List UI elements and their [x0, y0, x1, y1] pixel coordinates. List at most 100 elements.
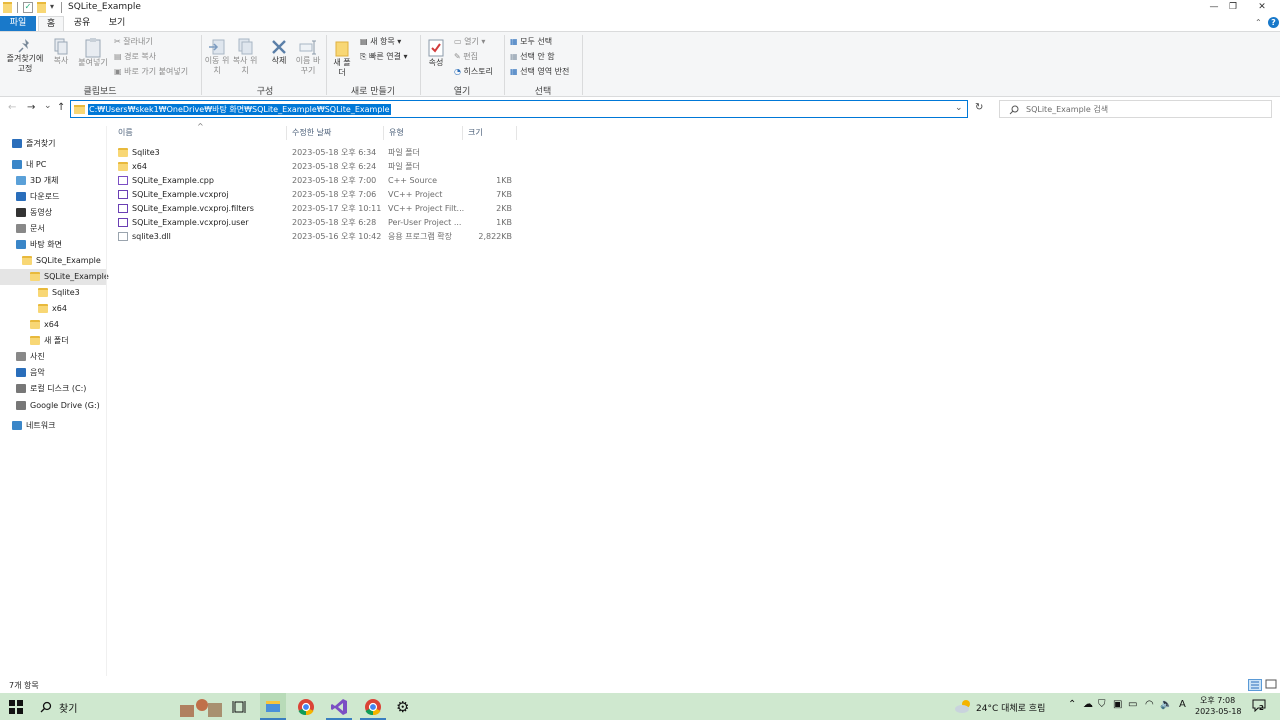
file-row[interactable]: sqlite3.dll 2023-05-16 오후 10:42 응용 프로그램 확장… — [112, 230, 522, 244]
nav-item[interactable]: 네트워크 — [0, 418, 106, 434]
taskbar-chrome-window[interactable] — [360, 693, 386, 720]
file-row[interactable]: SQLite_Example.vcxproj.filters 2023-05-17… — [112, 202, 522, 216]
column-header-name[interactable]: 이름 — [118, 126, 133, 140]
select-none-button[interactable]: ▦ 선택 안 함 — [510, 51, 555, 62]
search-box[interactable]: SQLite_Example 검색 — [999, 100, 1272, 118]
nav-item[interactable]: 즐겨찾기 — [0, 136, 106, 152]
taskbar-file-explorer[interactable] — [260, 693, 286, 720]
windows-start-icon[interactable] — [8, 699, 24, 715]
copy-to-button[interactable]: 복사 위치 — [232, 38, 258, 76]
nav-item[interactable]: 새 폴더 — [0, 333, 106, 349]
address-path[interactable]: C:₩Users₩skek1₩OneDrive₩바탕 화면₩SQLite_Exa… — [88, 104, 391, 115]
refresh-button[interactable]: ↻ — [975, 102, 983, 113]
volume-icon[interactable]: 🔈 — [1160, 699, 1172, 710]
taskbar-visual-studio[interactable] — [326, 693, 352, 720]
new-item-button[interactable]: ▤ 새 항목 ▾ — [360, 36, 401, 47]
address-dropdown-icon[interactable]: ⌄ — [955, 103, 963, 113]
properties-button[interactable]: 속성 — [424, 38, 448, 68]
nav-item[interactable]: 문서 — [0, 221, 106, 237]
select-all-button[interactable]: ▦ 모두 선택 — [510, 36, 552, 47]
paste-shortcut-button[interactable]: ▣ 바로 가기 붙여넣기 — [114, 66, 188, 77]
new-folder-button[interactable]: 새 폴더 — [330, 38, 354, 78]
search-highlight-icon[interactable] — [176, 697, 224, 717]
notification-center-button[interactable]: 2 — [1252, 699, 1268, 713]
clock-date[interactable]: 2023-05-18 — [1195, 707, 1242, 716]
copy-path-button[interactable]: ▤ 경로 복사 — [114, 51, 156, 62]
file-row[interactable]: SQLite_Example.vcxproj.user 2023-05-18 오후… — [112, 216, 522, 230]
nav-item[interactable]: Google Drive (G:) — [0, 398, 106, 414]
tab-home[interactable]: 홈 — [38, 16, 64, 31]
wifi-icon[interactable]: ◠ — [1145, 699, 1154, 710]
properties-quick-icon[interactable]: ✓ — [23, 2, 33, 13]
taskbar-search-label[interactable]: 찾기 — [59, 700, 77, 715]
file-row[interactable]: Sqlite3 2023-05-18 오후 6:34 파일 폴더 — [112, 146, 522, 160]
nav-item[interactable]: 다운로드 — [0, 189, 106, 205]
nav-item[interactable]: 음악 — [0, 365, 106, 381]
move-to-button[interactable]: 이동 위치 — [204, 38, 230, 76]
nav-item[interactable]: x64 — [0, 301, 106, 317]
close-button[interactable]: ✕ — [1244, 0, 1280, 15]
nav-item[interactable]: Sqlite3 — [0, 285, 106, 301]
back-button[interactable]: ← — [8, 102, 16, 113]
easy-access-button[interactable]: ⎘ 빠른 연결 ▾ — [360, 51, 408, 62]
weather-text[interactable]: 24°C 대체로 흐림 — [976, 701, 1045, 714]
new-folder-quick-icon[interactable] — [37, 2, 46, 13]
address-bar[interactable]: C:₩Users₩skek1₩OneDrive₩바탕 화면₩SQLite_Exa… — [70, 100, 968, 118]
nav-item[interactable]: x64 — [0, 317, 106, 333]
pin-quick-access-button[interactable]: 즐겨찾기에 고정 — [3, 38, 47, 74]
column-separator[interactable] — [516, 126, 517, 140]
security-icon[interactable]: ⛉ — [1098, 699, 1106, 710]
edit-button[interactable]: ✎ 편집 — [454, 51, 478, 62]
large-icons-view-button[interactable] — [1265, 679, 1278, 691]
pane-divider[interactable] — [106, 126, 107, 676]
details-view-button[interactable] — [1248, 679, 1262, 691]
customize-quick-access-icon[interactable]: ▾ — [50, 2, 54, 13]
search-icon[interactable] — [40, 701, 52, 713]
rename-button[interactable]: 이름 바꾸기 — [294, 38, 322, 76]
delete-button[interactable]: 삭제 — [266, 38, 292, 66]
nav-item[interactable]: 내 PC — [0, 157, 106, 173]
file-row[interactable]: SQLite_Example.vcxproj 2023-05-18 오후 7:06… — [112, 188, 522, 202]
tab-share[interactable]: 공유 — [68, 16, 96, 31]
battery-icon[interactable]: ▭ — [1128, 699, 1137, 710]
column-header-size[interactable]: 크기 — [468, 126, 483, 140]
file-row[interactable]: SQLite_Example.cpp 2023-05-18 오후 7:00 C++ … — [112, 174, 522, 188]
column-separator[interactable] — [286, 126, 287, 140]
copy-button[interactable]: 복사 — [50, 38, 72, 66]
invert-selection-button[interactable]: ▦ 선택 영역 반전 — [510, 66, 569, 77]
onedrive-icon[interactable]: ☁ — [1083, 699, 1093, 710]
forward-button[interactable]: → — [27, 102, 35, 113]
settings-icon[interactable]: ⚙ — [396, 698, 409, 716]
up-button[interactable]: ↑ — [57, 102, 65, 113]
column-separator[interactable] — [383, 126, 384, 140]
nav-item[interactable]: SQLite_Example — [0, 269, 109, 285]
recent-locations-button[interactable]: ⌄ — [44, 101, 52, 111]
nav-item[interactable]: 바탕 화면 — [0, 237, 106, 253]
weather-cloudy-icon[interactable] — [954, 699, 972, 713]
help-icon[interactable]: ? — [1268, 17, 1279, 28]
tab-view[interactable]: 보기 — [102, 16, 132, 31]
invert-selection-icon: ▦ — [510, 67, 518, 76]
ime-indicator[interactable]: A — [1179, 699, 1186, 710]
show-hidden-icons-icon[interactable]: ⌃ — [1068, 699, 1076, 710]
column-header-type[interactable]: 유형 — [389, 126, 404, 140]
tab-file[interactable]: 파일 — [0, 16, 36, 31]
file-type: 응용 프로그램 확장 — [388, 232, 452, 241]
ribbon-expand-icon[interactable]: ⌃ — [1255, 18, 1262, 27]
nav-item[interactable]: 로컬 디스크 (C:) — [0, 381, 106, 397]
open-button[interactable]: ▭ 열기 ▾ — [454, 36, 485, 47]
column-separator[interactable] — [462, 126, 463, 140]
task-view-icon[interactable] — [232, 699, 248, 715]
cut-button[interactable]: ✂ 잘라내기 — [114, 36, 153, 47]
display-icon[interactable]: ▣ — [1113, 699, 1122, 710]
chrome-icon[interactable] — [297, 698, 315, 716]
nav-item[interactable]: 3D 개체 — [0, 173, 106, 189]
nav-item[interactable]: 동영상 — [0, 205, 106, 221]
paste-button[interactable]: 붙여넣기 — [76, 38, 110, 68]
clock-time[interactable]: 오후 7:08 — [1200, 695, 1235, 706]
nav-item[interactable]: 사진 — [0, 349, 106, 365]
column-header-date[interactable]: 수정한 날짜 — [292, 126, 331, 140]
nav-item[interactable]: SQLite_Example — [0, 253, 106, 269]
file-row[interactable]: x64 2023-05-18 오후 6:24 파일 폴더 — [112, 160, 522, 174]
history-button[interactable]: ◔ 히스토리 — [454, 66, 493, 77]
